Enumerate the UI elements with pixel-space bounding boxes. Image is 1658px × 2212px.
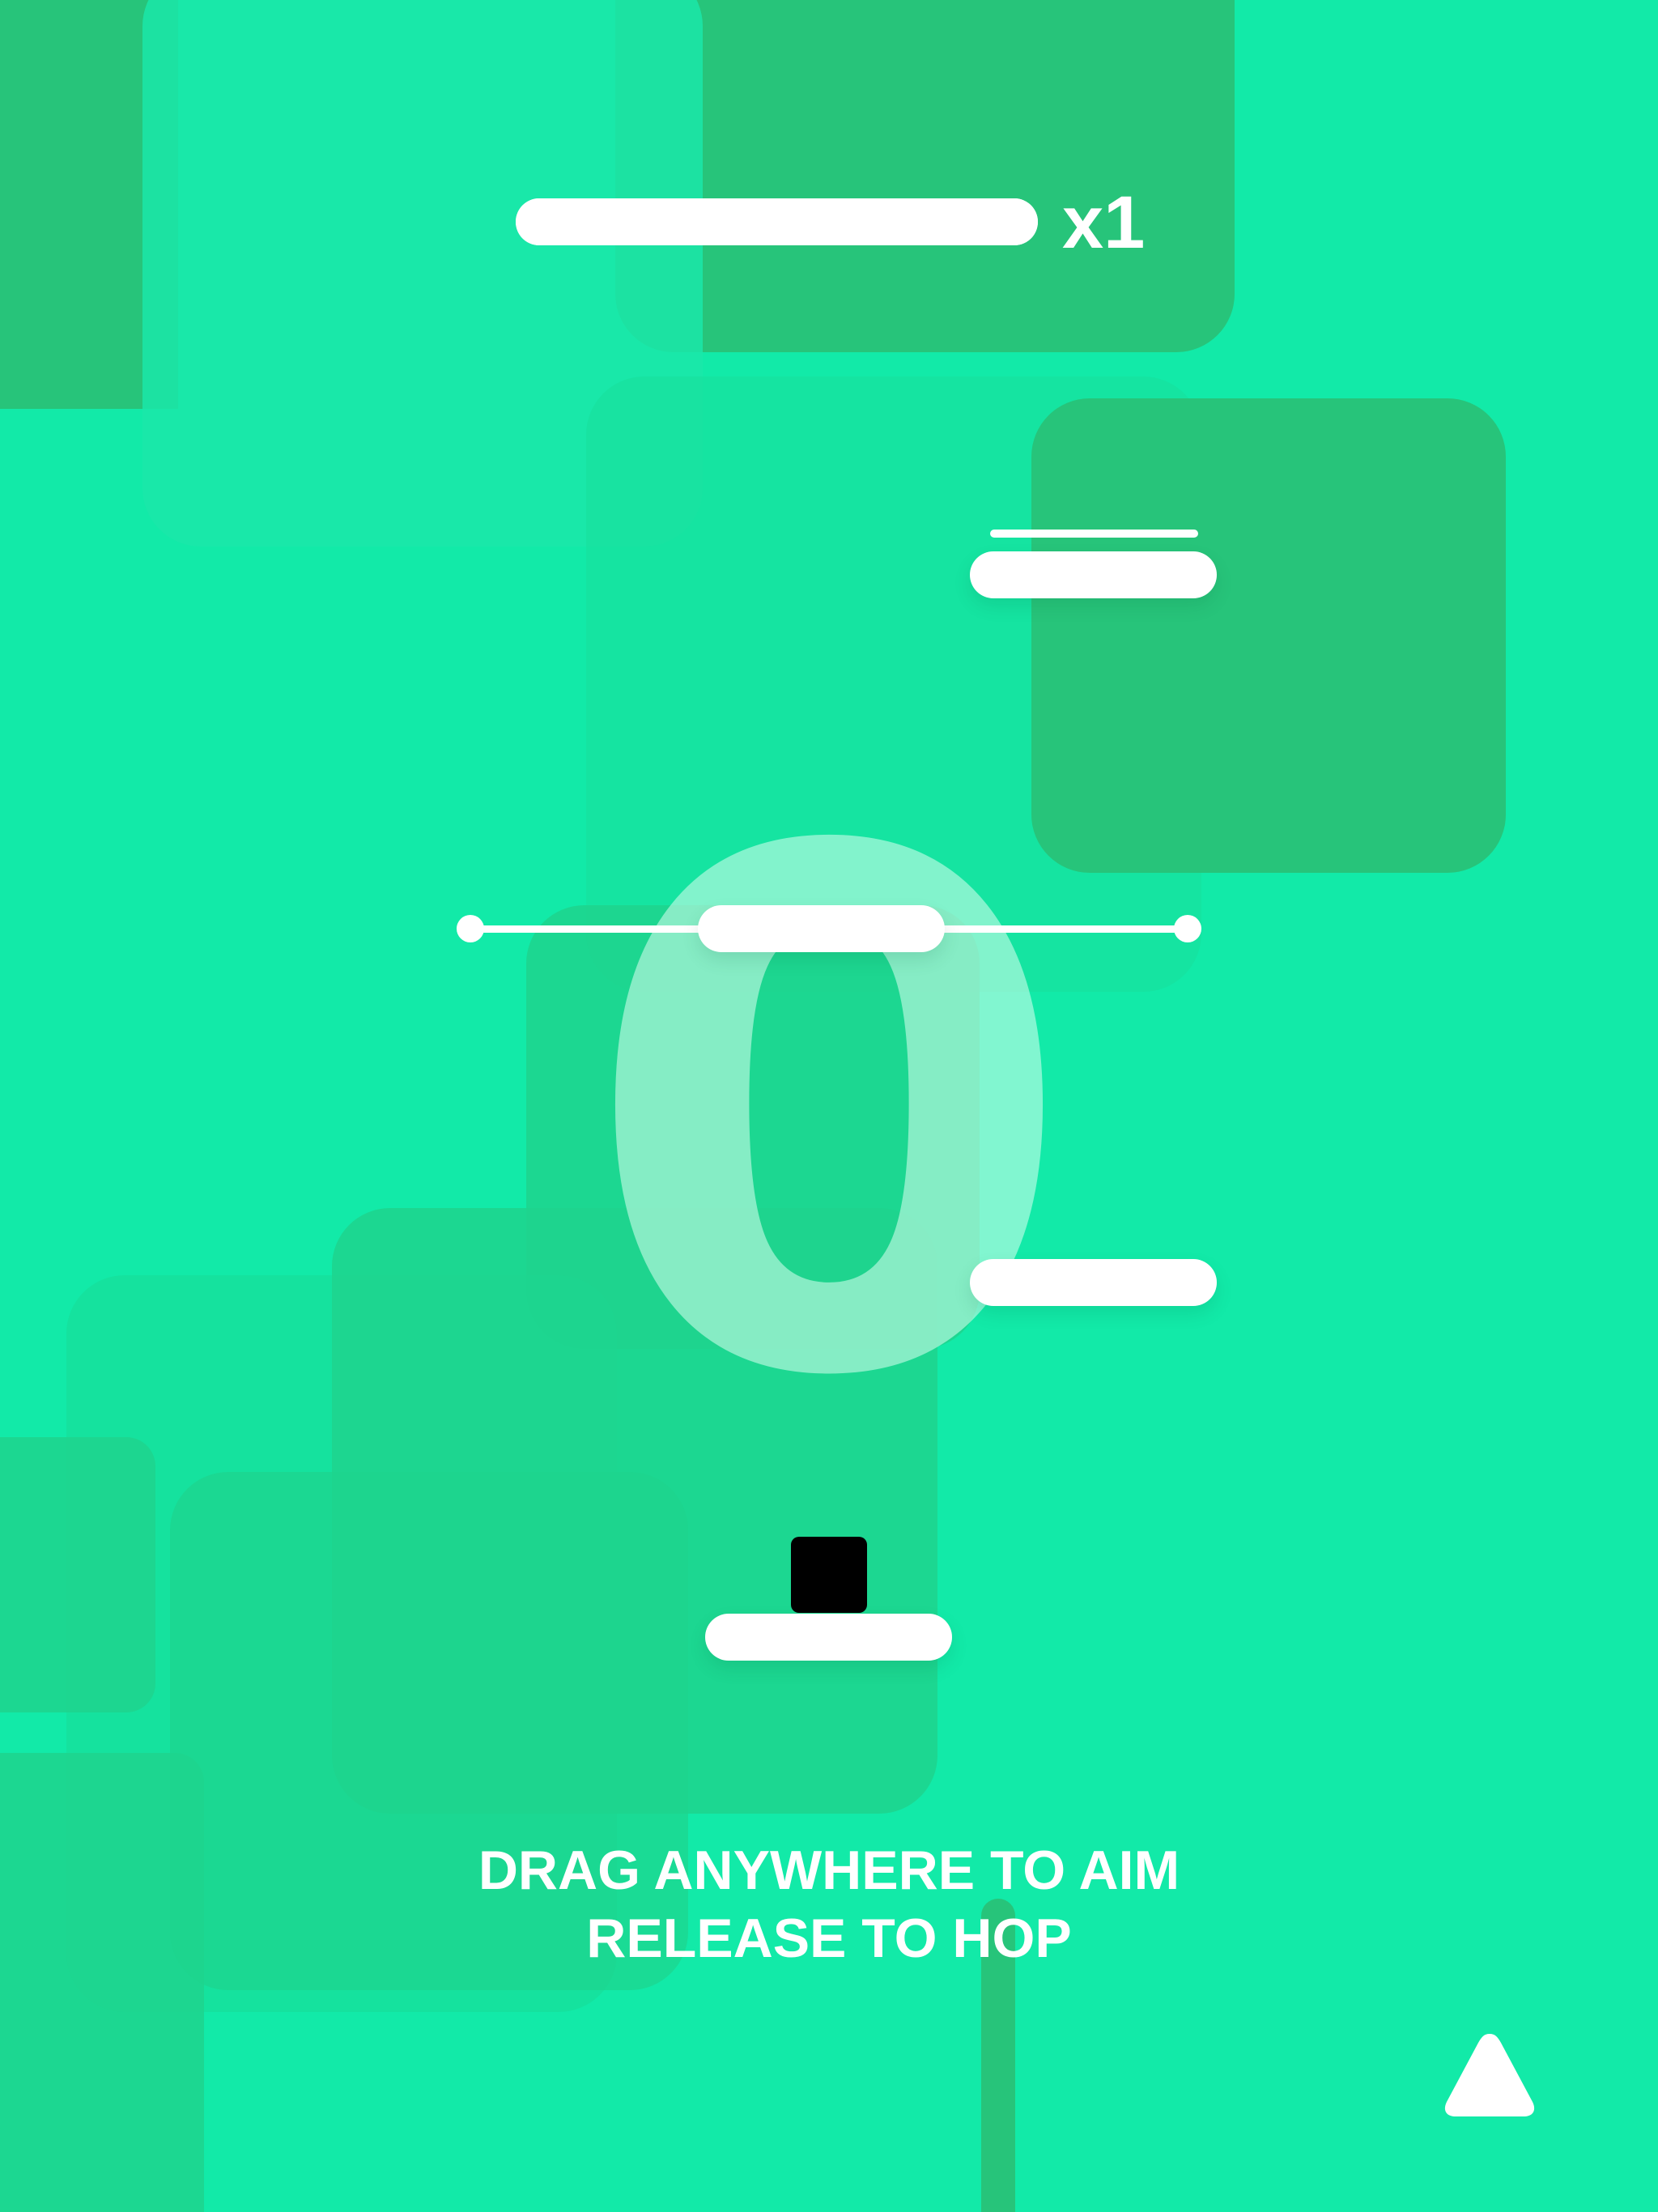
score-counter: 0 — [580, 702, 1078, 1532]
rail-endpoint-left — [457, 915, 484, 942]
background-block — [0, 1437, 155, 1712]
platform-marker-line — [990, 530, 1198, 538]
progress-bar — [516, 198, 1038, 245]
background-block — [615, 0, 1235, 352]
platform — [970, 1259, 1217, 1306]
instruction-aim: DRAG ANYWHERE TO AIM — [478, 1840, 1180, 1901]
moving-platform — [698, 905, 945, 952]
triangle-up-icon-svg — [1444, 2034, 1535, 2116]
player-cube — [791, 1537, 867, 1613]
progress-bar-fill — [516, 198, 1038, 245]
platform — [970, 551, 1217, 598]
game-stage[interactable]: 0 x1 DRAG ANYWHERE TO AIM RELEASE TO HOP — [0, 0, 1658, 2212]
rail-endpoint-right — [1174, 915, 1201, 942]
instructions: DRAG ANYWHERE TO AIM RELEASE TO HOP — [0, 1836, 1658, 1972]
instruction-hop: RELEASE TO HOP — [586, 1908, 1072, 1969]
player-platform — [705, 1614, 952, 1661]
score-multiplier: x1 — [1062, 181, 1146, 264]
triangle-up-icon[interactable] — [1437, 2024, 1542, 2129]
